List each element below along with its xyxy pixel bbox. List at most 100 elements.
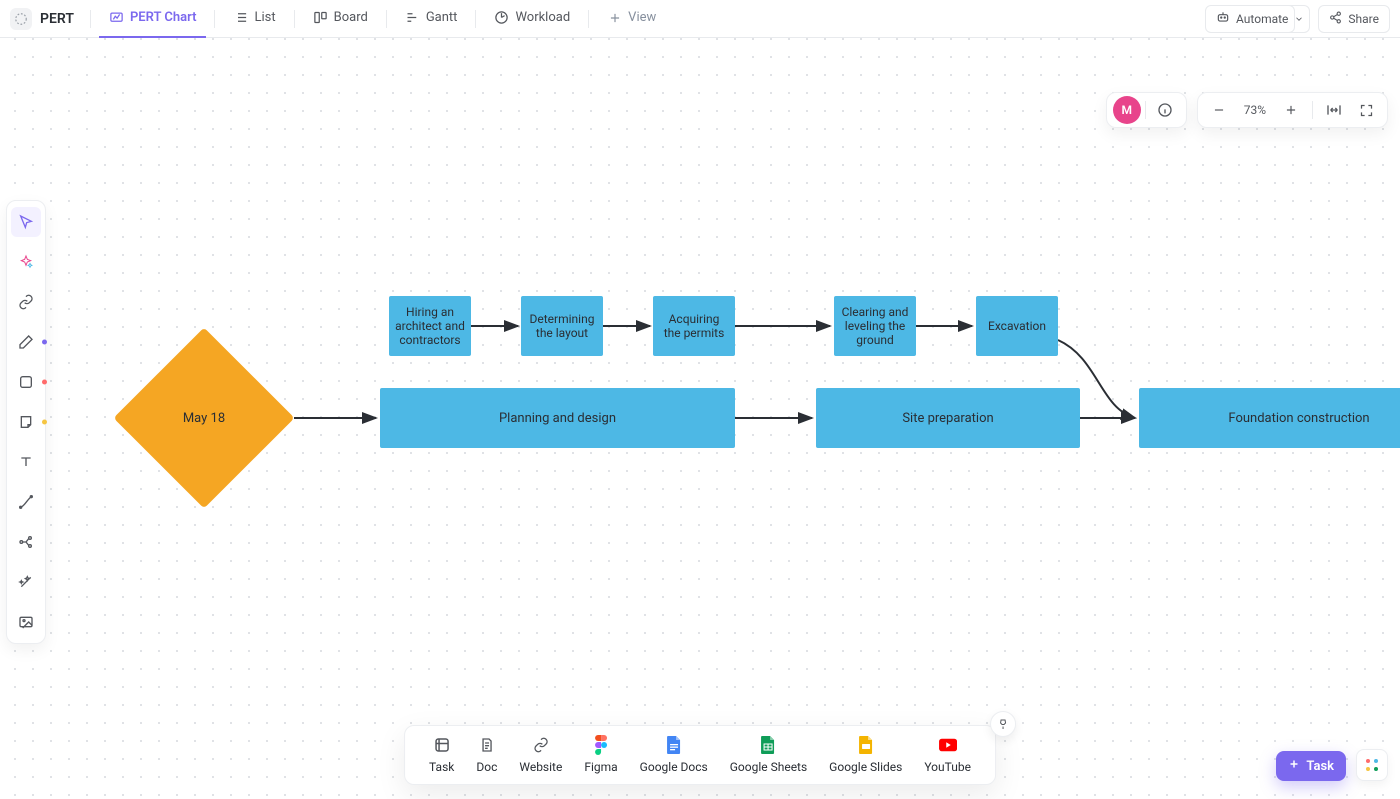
fullscreen-button[interactable] bbox=[1351, 95, 1381, 125]
color-swatch-icon bbox=[42, 340, 47, 345]
separator bbox=[214, 10, 215, 28]
list-icon bbox=[233, 10, 248, 25]
dock-doc[interactable]: Doc bbox=[476, 736, 497, 774]
create-task-button[interactable]: Task bbox=[1276, 751, 1346, 781]
board-icon bbox=[313, 10, 328, 25]
zoom-in-button[interactable] bbox=[1276, 95, 1306, 125]
add-view-label: View bbox=[628, 10, 656, 25]
tab-label: Workload bbox=[515, 10, 570, 25]
separator bbox=[1145, 101, 1146, 119]
milestone-label: May 18 bbox=[140, 354, 268, 482]
page-title[interactable]: PERT bbox=[40, 11, 74, 27]
tool-image[interactable] bbox=[11, 607, 41, 637]
tool-mindmap[interactable] bbox=[11, 527, 41, 557]
node-label: Excavation bbox=[988, 319, 1046, 333]
tab-workload[interactable]: Workload bbox=[484, 0, 580, 38]
youtube-icon bbox=[939, 736, 957, 754]
tab-gantt[interactable]: Gantt bbox=[395, 0, 468, 38]
doc-icon bbox=[478, 736, 496, 754]
node-label: Site preparation bbox=[902, 411, 993, 426]
dock-website[interactable]: Website bbox=[519, 736, 562, 774]
workload-icon bbox=[494, 10, 509, 25]
tab-board[interactable]: Board bbox=[303, 0, 378, 38]
canvas-controls: M 73% bbox=[1106, 92, 1388, 128]
automate-dropdown[interactable] bbox=[1288, 5, 1310, 33]
task-node-permits[interactable]: Acquiring the permits bbox=[653, 296, 735, 356]
tab-label: Gantt bbox=[426, 10, 458, 25]
phase-node-siteprep[interactable]: Site preparation bbox=[816, 388, 1080, 448]
avatar[interactable]: M bbox=[1113, 96, 1141, 124]
node-label: Clearing and leveling the ground bbox=[840, 305, 910, 347]
fit-width-button[interactable] bbox=[1319, 95, 1349, 125]
apps-button[interactable] bbox=[1356, 749, 1388, 781]
pin-dock-button[interactable] bbox=[990, 711, 1016, 737]
info-button[interactable] bbox=[1150, 95, 1180, 125]
node-label: Determining the layout bbox=[527, 312, 597, 340]
task-node-clearing[interactable]: Clearing and leveling the ground bbox=[834, 296, 916, 356]
whiteboard-canvas[interactable]: M 73% bbox=[0, 38, 1400, 799]
tool-connector[interactable] bbox=[11, 487, 41, 517]
dock-task[interactable]: Task bbox=[429, 736, 454, 774]
color-swatch-icon bbox=[42, 380, 47, 385]
phase-node-planning[interactable]: Planning and design bbox=[380, 388, 735, 448]
tab-list[interactable]: List bbox=[223, 0, 285, 38]
dock-figma[interactable]: Figma bbox=[584, 736, 617, 774]
milestone-node[interactable]: May 18 bbox=[140, 354, 268, 482]
topbar-right: Automate Share bbox=[1205, 5, 1390, 33]
dock-label: Google Sheets bbox=[730, 760, 807, 774]
insert-dock: Task Doc Website Figma Google Docs bbox=[404, 725, 996, 785]
dock-label: Doc bbox=[476, 760, 497, 774]
dock-label: Google Slides bbox=[829, 760, 902, 774]
task-node-layout[interactable]: Determining the layout bbox=[521, 296, 603, 356]
tool-link[interactable] bbox=[11, 287, 41, 317]
zoom-controls: 73% bbox=[1197, 92, 1388, 128]
google-docs-icon bbox=[665, 736, 683, 754]
project-status-icon[interactable] bbox=[10, 8, 32, 30]
dock-label: YouTube bbox=[924, 760, 971, 774]
automate-button[interactable]: Automate bbox=[1205, 5, 1295, 33]
node-label: Planning and design bbox=[499, 411, 616, 426]
tab-pert-chart[interactable]: PERT Chart bbox=[99, 0, 207, 38]
task-card-icon bbox=[433, 736, 451, 754]
node-label: Foundation construction bbox=[1228, 411, 1369, 426]
separator bbox=[1312, 101, 1313, 119]
share-icon bbox=[1329, 11, 1342, 27]
plus-icon bbox=[607, 10, 622, 25]
tab-label: List bbox=[254, 10, 275, 25]
tool-ai[interactable] bbox=[11, 247, 41, 277]
dock-youtube[interactable]: YouTube bbox=[924, 736, 971, 774]
dock-gsheets[interactable]: Google Sheets bbox=[730, 736, 807, 774]
dock-label: Task bbox=[429, 760, 454, 774]
task-button-label: Task bbox=[1306, 759, 1334, 774]
google-slides-icon bbox=[857, 736, 875, 754]
whiteboard-icon bbox=[109, 10, 124, 25]
phase-node-foundation[interactable]: Foundation construction bbox=[1139, 388, 1400, 448]
node-label: Hiring an architect and contractors bbox=[395, 305, 465, 347]
tool-sticky[interactable] bbox=[11, 407, 41, 437]
separator bbox=[475, 10, 476, 28]
zoom-out-button[interactable] bbox=[1204, 95, 1234, 125]
share-label: Share bbox=[1348, 12, 1379, 26]
add-view-button[interactable]: View bbox=[597, 0, 666, 38]
tools-toolbar bbox=[6, 200, 46, 644]
tool-magic[interactable] bbox=[11, 567, 41, 597]
task-node-hiring[interactable]: Hiring an architect and contractors bbox=[389, 296, 471, 356]
plus-icon bbox=[1288, 758, 1300, 774]
task-node-excavation[interactable]: Excavation bbox=[976, 296, 1058, 356]
tool-select[interactable] bbox=[11, 207, 41, 237]
separator bbox=[386, 10, 387, 28]
tool-text[interactable] bbox=[11, 447, 41, 477]
tool-pen[interactable] bbox=[11, 327, 41, 357]
link-icon bbox=[532, 736, 550, 754]
google-sheets-icon bbox=[759, 736, 777, 754]
color-swatch-icon bbox=[42, 420, 47, 425]
dock-gslides[interactable]: Google Slides bbox=[829, 736, 902, 774]
dock-label: Figma bbox=[584, 760, 617, 774]
separator bbox=[90, 10, 91, 28]
share-button[interactable]: Share bbox=[1318, 5, 1390, 33]
dock-gdocs[interactable]: Google Docs bbox=[640, 736, 708, 774]
topbar: PERT PERT Chart List Board Gantt Workloa… bbox=[0, 0, 1400, 38]
tool-shape[interactable] bbox=[11, 367, 41, 397]
zoom-level[interactable]: 73% bbox=[1236, 103, 1274, 117]
insert-dock-wrap: Task Doc Website Figma Google Docs bbox=[404, 725, 996, 785]
